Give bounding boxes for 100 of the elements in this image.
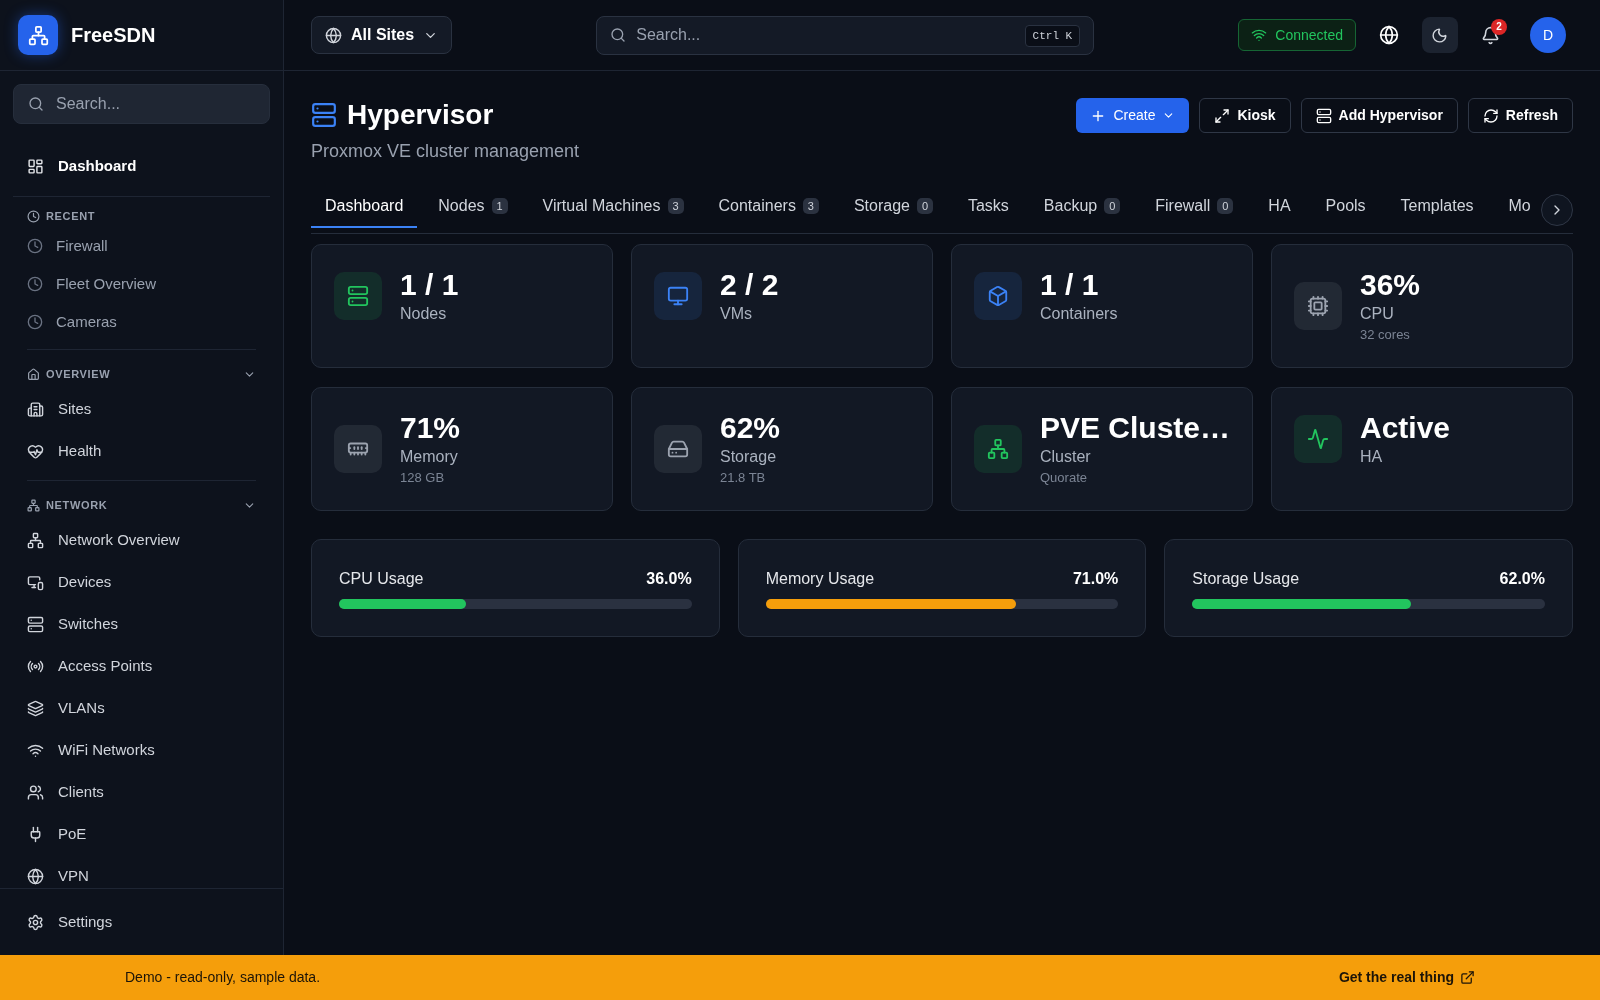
tab[interactable]: Containers 3 bbox=[704, 186, 833, 228]
recent-link[interactable]: Cameras bbox=[13, 303, 270, 341]
stat-label: Containers bbox=[1040, 304, 1118, 324]
usage-label: Storage Usage bbox=[1192, 569, 1300, 589]
recent-link[interactable]: Fleet Overview bbox=[13, 265, 270, 303]
tab[interactable]: Pools bbox=[1311, 186, 1380, 228]
network-icon bbox=[27, 531, 44, 549]
site-selector[interactable]: All Sites bbox=[311, 16, 453, 54]
clock-icon bbox=[27, 238, 43, 254]
tab[interactable]: Firewall 0 bbox=[1141, 186, 1248, 228]
wifi-icon bbox=[1251, 27, 1268, 43]
stat-label: Nodes bbox=[400, 304, 448, 324]
tab[interactable]: HA bbox=[1254, 186, 1305, 228]
stat-value: 2 / 2 bbox=[720, 267, 779, 303]
notification-count: 2 bbox=[1491, 19, 1507, 35]
stat-label: VMs bbox=[720, 304, 753, 324]
app-name: FreeSDN bbox=[71, 23, 156, 48]
tab[interactable]: Templates bbox=[1386, 186, 1488, 228]
nav-link[interactable]: VPN bbox=[13, 855, 270, 888]
globe-icon bbox=[27, 867, 44, 885]
nav-link[interactable]: Dashboard bbox=[13, 146, 270, 186]
server-icon bbox=[27, 615, 44, 633]
page-subtitle: Proxmox VE cluster management bbox=[311, 140, 580, 163]
tab-count: 0 bbox=[1104, 198, 1121, 214]
toolbar-button[interactable]: Refresh bbox=[1467, 98, 1573, 133]
section-toggle[interactable]: OVERVIEW bbox=[13, 363, 270, 385]
dashboard-icon bbox=[27, 157, 44, 175]
nav-link[interactable]: Sites bbox=[13, 388, 270, 430]
app-logo-icon bbox=[18, 15, 58, 55]
tab[interactable]: Storage 0 bbox=[839, 186, 947, 228]
nav-link[interactable]: Health bbox=[13, 430, 270, 472]
stat-label: Storage bbox=[720, 447, 778, 467]
search-icon bbox=[610, 26, 627, 43]
users-icon bbox=[27, 783, 44, 801]
tab[interactable]: Virtual Machines 3 bbox=[528, 186, 698, 228]
nav-link[interactable]: WiFi Networks bbox=[13, 729, 270, 771]
nav-link[interactable]: VLANs bbox=[13, 687, 270, 729]
globe-icon bbox=[325, 26, 342, 44]
clock-icon bbox=[27, 276, 43, 292]
tab-count: 3 bbox=[802, 198, 819, 214]
heart-pulse-icon bbox=[27, 442, 44, 460]
stat-label: HA bbox=[1360, 447, 1384, 467]
stat-value: 62% bbox=[720, 410, 781, 446]
tab-count: 0 bbox=[916, 198, 933, 214]
section-heading: RECENT bbox=[46, 208, 96, 224]
stat-label: Cluster bbox=[1040, 447, 1092, 467]
create-button[interactable]: Create bbox=[1076, 98, 1190, 133]
nav-link[interactable]: Clients bbox=[13, 771, 270, 813]
usage-reading: 36.0% bbox=[646, 569, 692, 589]
tab[interactable]: Tasks bbox=[953, 186, 1023, 228]
stat-value: 36% bbox=[1360, 267, 1421, 303]
nav-link[interactable]: Devices bbox=[13, 561, 270, 603]
search-field[interactable]: Search... bbox=[13, 84, 270, 124]
user-avatar[interactable]: D bbox=[1530, 17, 1566, 53]
server-icon bbox=[1315, 107, 1332, 124]
search-icon bbox=[28, 96, 44, 112]
usage-reading: 62.0% bbox=[1499, 569, 1545, 589]
stat-detail: 21.8 TB bbox=[720, 469, 767, 487]
settings-icon bbox=[27, 913, 44, 931]
layers-icon bbox=[27, 699, 44, 717]
nav-link[interactable]: Settings bbox=[13, 901, 127, 943]
globe-icon bbox=[1379, 25, 1399, 45]
stat-value: 1 / 1 bbox=[400, 267, 459, 303]
theme-toggle-button[interactable] bbox=[1422, 17, 1458, 53]
page-title: Hypervisor bbox=[347, 98, 494, 132]
scroll-right-button[interactable] bbox=[1541, 194, 1573, 226]
tab-count: 3 bbox=[667, 198, 684, 214]
stat-value: Active bbox=[1360, 410, 1451, 446]
stat-detail: 32 cores bbox=[1360, 326, 1411, 344]
moon-icon bbox=[1431, 26, 1449, 44]
section-toggle[interactable]: NETWORK bbox=[13, 494, 270, 516]
nav-link[interactable]: Network Overview bbox=[13, 519, 270, 561]
usage-label: Memory Usage bbox=[765, 569, 875, 589]
expand-icon bbox=[1214, 107, 1231, 124]
connection-label: Connected bbox=[1275, 25, 1343, 45]
tab[interactable]: Dashboard bbox=[311, 186, 418, 228]
usage-label: CPU Usage bbox=[339, 569, 424, 589]
nav-link[interactable]: Access Points bbox=[13, 645, 270, 687]
building-icon bbox=[27, 400, 44, 418]
nav-link[interactable]: PoE bbox=[13, 813, 270, 855]
external-link-icon bbox=[1460, 970, 1475, 985]
tab[interactable]: Mo bbox=[1494, 186, 1545, 228]
recent-link[interactable]: Firewall bbox=[13, 227, 270, 265]
server-icon bbox=[311, 102, 337, 128]
network-icon bbox=[27, 498, 40, 512]
clock-icon bbox=[27, 314, 43, 330]
tab-count: 1 bbox=[491, 198, 508, 214]
toolbar-button[interactable]: Kiosk bbox=[1199, 98, 1291, 133]
notifications-button[interactable]: 2 bbox=[1473, 17, 1509, 53]
tab[interactable]: Backup 0 bbox=[1029, 186, 1135, 228]
banner-message: Demo - read-only, sample data. bbox=[125, 968, 321, 987]
nav-link[interactable]: Switches bbox=[13, 603, 270, 645]
house-icon bbox=[27, 367, 40, 381]
toolbar-button[interactable]: Add Hypervisor bbox=[1300, 98, 1458, 133]
external-link[interactable]: Get the real thing bbox=[1338, 967, 1475, 988]
tab[interactable]: Nodes 1 bbox=[424, 186, 522, 228]
stat-detail: Quorate bbox=[1040, 469, 1088, 487]
devices-icon bbox=[27, 573, 44, 591]
usage-reading: 71.0% bbox=[1072, 569, 1119, 589]
stat-value: 1 / 1 bbox=[1040, 267, 1100, 303]
